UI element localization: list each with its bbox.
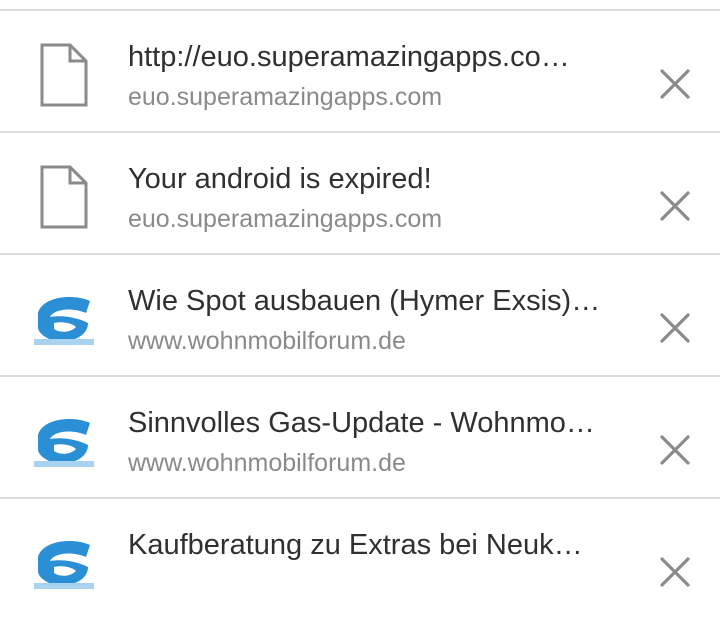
item-title: Your android is expired! bbox=[128, 163, 432, 195]
list-item[interactable]: Wie Spot ausbauen (Hymer Exsis)… www.woh… bbox=[0, 255, 720, 377]
list-item[interactable]: Sinnvolles Gas-Update - Wohnmo… www.wohn… bbox=[0, 377, 720, 499]
item-url: euo.superamazingapps.com bbox=[128, 83, 443, 111]
item-url: euo.superamazingapps.com bbox=[128, 205, 443, 233]
item-title: Sinnvolles Gas-Update - Wohnmo… bbox=[128, 407, 595, 439]
list-item[interactable]: http://euo.superamazingapps.co… euo.supe… bbox=[0, 11, 720, 133]
list-item[interactable]: Kaufberatung zu Extras bei Neuk… bbox=[0, 499, 720, 621]
site-favicon bbox=[32, 409, 96, 473]
item-url: www.wohnmobilforum.de bbox=[128, 449, 406, 477]
item-title: Kaufberatung zu Extras bei Neuk… bbox=[128, 529, 583, 561]
site-favicon bbox=[32, 287, 96, 351]
page-icon bbox=[32, 165, 96, 229]
close-icon[interactable] bbox=[652, 549, 698, 595]
item-title: Wie Spot ausbauen (Hymer Exsis)… bbox=[128, 285, 601, 317]
site-favicon bbox=[32, 531, 96, 595]
divider bbox=[0, 0, 720, 11]
history-list: http://euo.superamazingapps.co… euo.supe… bbox=[0, 0, 720, 621]
page-icon bbox=[32, 43, 96, 107]
list-item[interactable]: Your android is expired! euo.superamazin… bbox=[0, 133, 720, 255]
item-title: http://euo.superamazingapps.co… bbox=[128, 41, 570, 73]
close-icon[interactable] bbox=[652, 305, 698, 351]
close-icon[interactable] bbox=[652, 427, 698, 473]
item-url: www.wohnmobilforum.de bbox=[128, 327, 406, 355]
close-icon[interactable] bbox=[652, 61, 698, 107]
close-icon[interactable] bbox=[652, 183, 698, 229]
